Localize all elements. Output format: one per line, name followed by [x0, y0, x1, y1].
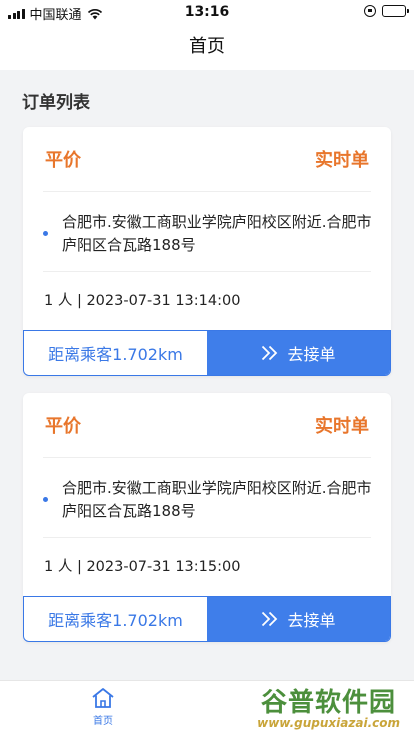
- main-content[interactable]: 订单列表 平价 实时单 合肥市.安徽工商职业学院庐阳校区附近.合肥市庐阳区合瓦路…: [0, 70, 414, 680]
- price-type-label: 平价: [45, 416, 81, 437]
- order-type-label: 实时单: [315, 416, 369, 437]
- address-text: 合肥市.安徽工商职业学院庐阳校区附近.合肥市庐阳区合瓦路188号: [62, 479, 372, 520]
- divider: [43, 457, 371, 458]
- distance-button[interactable]: 距离乘客1.702km: [24, 331, 207, 375]
- divider: [43, 537, 371, 538]
- status-right: [364, 5, 409, 17]
- location-dot-icon: [43, 231, 48, 236]
- home-icon: [92, 688, 114, 708]
- tab-home[interactable]: 首页: [76, 687, 130, 727]
- double-chevron-right-icon: [262, 345, 278, 361]
- orientation-lock-icon: [364, 5, 376, 17]
- accept-order-button[interactable]: 去接单: [207, 331, 390, 375]
- address-row: 合肥市.安徽工商职业学院庐阳校区附近.合肥市庐阳区合瓦路188号: [43, 471, 373, 523]
- address-text: 合肥市.安徽工商职业学院庐阳校区附近.合肥市庐阳区合瓦路188号: [62, 213, 372, 254]
- order-card[interactable]: 平价 实时单 合肥市.安徽工商职业学院庐阳校区附近.合肥市庐阳区合瓦路188号 …: [23, 127, 391, 376]
- accept-order-label: 去接单: [287, 611, 336, 630]
- watermark: 谷普软件园 www.gupuxiazai.com: [220, 680, 410, 736]
- price-type-label: 平价: [45, 150, 81, 171]
- status-bar: 中国联通 13:16: [0, 0, 414, 24]
- divider: [43, 271, 371, 272]
- order-info: 1 人 | 2023-07-31 13:14:00: [44, 293, 241, 309]
- distance-button[interactable]: 距离乘客1.702km: [24, 597, 207, 641]
- accept-order-button[interactable]: 去接单: [207, 597, 390, 641]
- order-action-bar: 距离乘客1.702km 去接单: [23, 596, 391, 642]
- order-type-label: 实时单: [315, 150, 369, 171]
- tab-home-label: 首页: [93, 716, 113, 727]
- order-card-header: 平价 实时单: [23, 127, 391, 191]
- order-action-bar: 距离乘客1.702km 去接单: [23, 330, 391, 376]
- accept-order-label: 去接单: [287, 345, 336, 364]
- battery-icon: [382, 5, 409, 17]
- watermark-text: 谷普软件园: [260, 688, 396, 718]
- double-chevron-right-icon: [262, 611, 278, 627]
- order-card[interactable]: 平价 实时单 合肥市.安徽工商职业学院庐阳校区附近.合肥市庐阳区合瓦路188号 …: [23, 393, 391, 642]
- watermark-url: www.gupuxiazai.com: [257, 716, 400, 730]
- page-title: 首页: [0, 24, 414, 70]
- section-title: 订单列表: [22, 93, 90, 113]
- location-dot-icon: [43, 497, 48, 502]
- order-card-header: 平价 实时单: [23, 393, 391, 457]
- address-row: 合肥市.安徽工商职业学院庐阳校区附近.合肥市庐阳区合瓦路188号: [43, 205, 373, 257]
- order-info: 1 人 | 2023-07-31 13:15:00: [44, 559, 241, 575]
- status-time: 13:16: [184, 4, 230, 20]
- divider: [43, 191, 371, 192]
